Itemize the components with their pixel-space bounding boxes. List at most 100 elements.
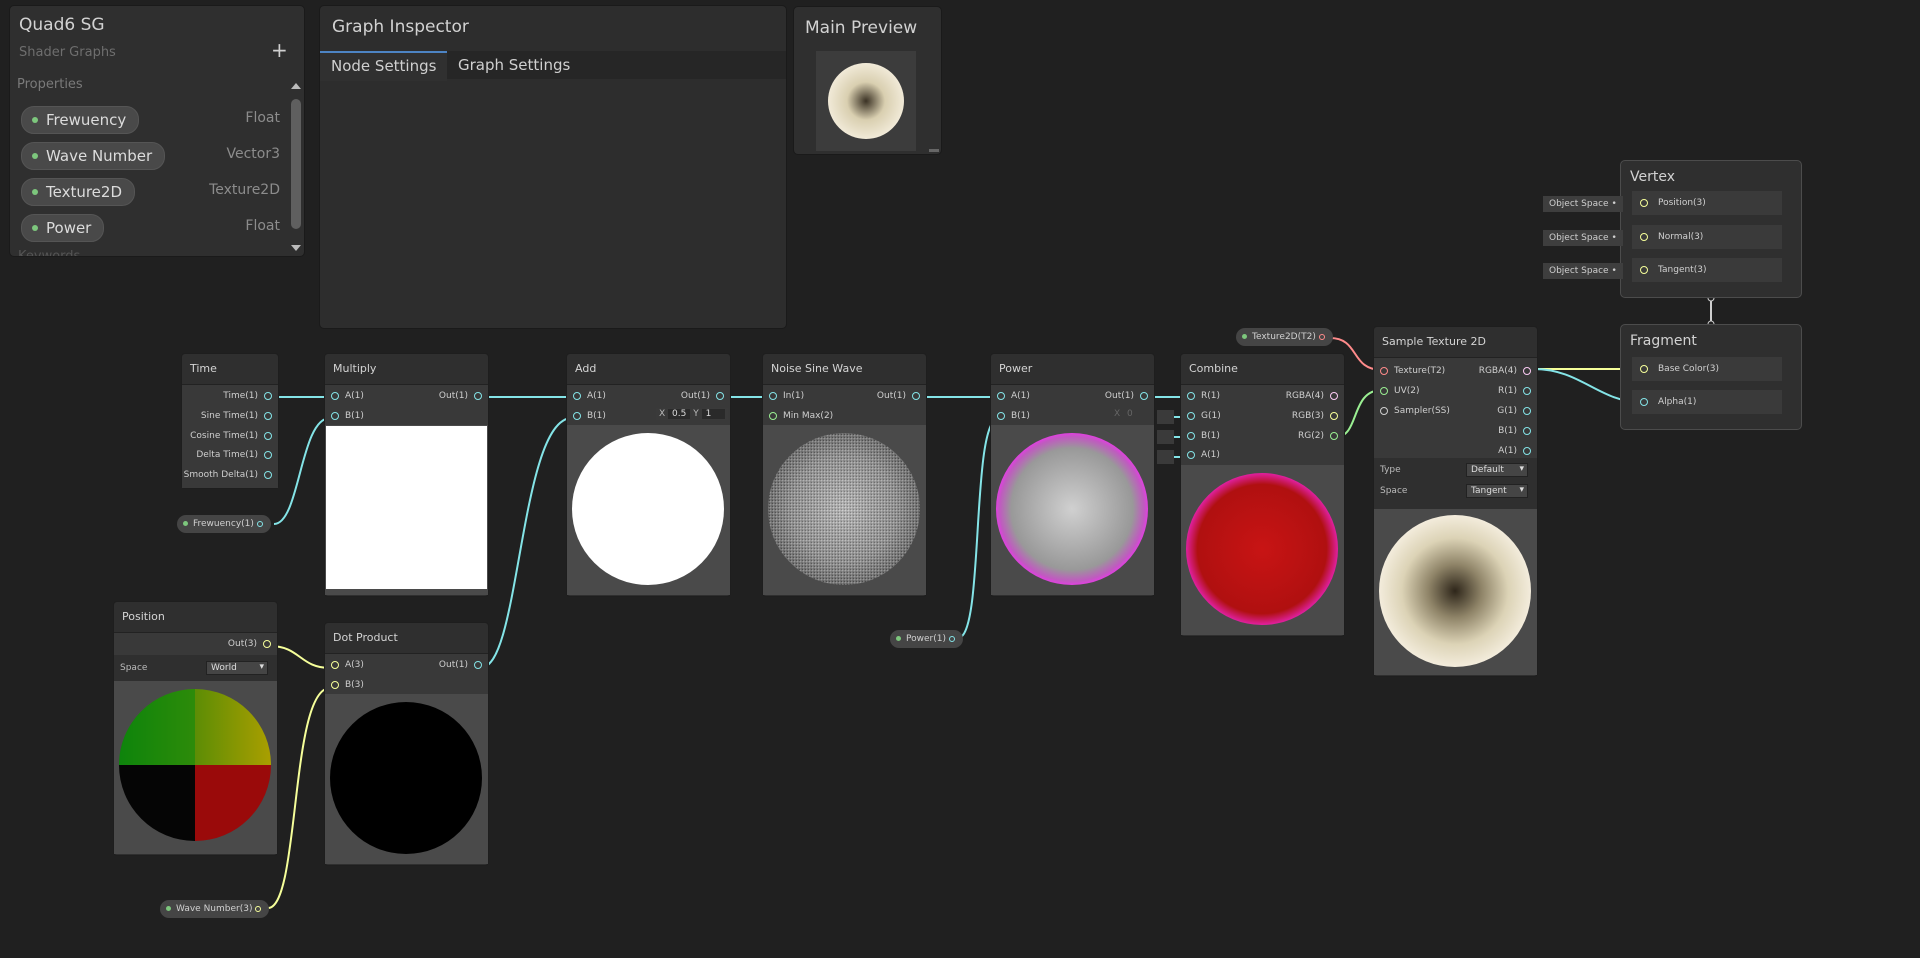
object-space-input[interactable]: Object Space • (1543, 263, 1623, 279)
property-node-texture2d[interactable]: Texture2D(T2) (1236, 328, 1333, 346)
node-dot-product[interactable]: Dot Product A(3) B(3) Out(1) (324, 622, 489, 866)
property-list: Frewuency Float Wave Number Vector3 Text… (10, 102, 286, 246)
port-rgb[interactable]: RGB(3) (1292, 411, 1338, 421)
node-title: Position (114, 602, 277, 633)
space-dropdown[interactable]: World (206, 661, 268, 675)
scrollbar-thumb[interactable] (291, 99, 301, 229)
port-min-max[interactable]: Min Max(2) (769, 411, 833, 421)
node-multiply[interactable]: Multiply A(1) B(1) Out(1) (324, 353, 489, 597)
node-power[interactable]: Power A(1) B(1) Out(1) (990, 353, 1155, 597)
scroll-down-icon[interactable] (291, 245, 301, 251)
port-smooth-delta[interactable]: Smooth Delta(1) (184, 470, 272, 480)
fragment-context[interactable]: Fragment Base Color(3) Alpha(1) (1620, 324, 1802, 430)
type-dropdown[interactable]: Default (1466, 463, 1528, 477)
port-a[interactable]: A(1) (1498, 446, 1531, 456)
port-b[interactable]: B(1) (1498, 426, 1531, 436)
port-rgba[interactable]: RGBA(4) (1479, 366, 1531, 376)
port-b[interactable]: B(1) (1187, 431, 1220, 441)
port-sine-time[interactable]: Sine Time(1) (201, 411, 272, 421)
property-node-power[interactable]: Power(1) (890, 630, 963, 648)
port-out[interactable]: Out(1) (1105, 391, 1148, 401)
port-b[interactable]: B(3) (331, 680, 364, 690)
add-property-button[interactable]: + (271, 38, 288, 62)
port-cosine-time[interactable]: Cosine Time(1) (190, 431, 272, 441)
vertex-position-slot[interactable]: Position(3) (1632, 191, 1782, 215)
port-rgba[interactable]: RGBA(4) (1286, 391, 1338, 401)
port-uv[interactable]: UV(2) (1380, 386, 1420, 396)
port-a[interactable]: A(1) (997, 391, 1030, 401)
fragment-alpha-slot[interactable]: Alpha(1) (1632, 390, 1782, 414)
power-b-field[interactable]: X 0 (1114, 409, 1137, 419)
node-time[interactable]: Time Time(1) Sine Time(1) Cosine Time(1)… (181, 353, 279, 489)
property-node-frewuency[interactable]: Frewuency(1) (177, 515, 271, 533)
object-space-input[interactable]: Object Space • (1543, 196, 1623, 212)
scroll-up-icon[interactable] (291, 83, 301, 89)
port-out[interactable]: Out(3) (228, 639, 271, 649)
object-space-input[interactable]: Object Space • (1543, 230, 1623, 246)
property-node-wave-number[interactable]: Wave Number(3) (160, 900, 270, 918)
port-a[interactable]: A(1) (1187, 450, 1220, 460)
node-preview (1186, 473, 1338, 625)
main-preview-viewport[interactable] (816, 51, 916, 151)
port-b[interactable]: B(1) (997, 411, 1030, 421)
combine-a-default[interactable] (1157, 450, 1174, 464)
y-value-input[interactable]: 1 (701, 409, 726, 419)
blackboard-scrollbar[interactable] (289, 77, 303, 255)
port-in[interactable]: In(1) (769, 391, 804, 401)
node-title: Noise Sine Wave (763, 354, 926, 385)
node-combine[interactable]: Combine R(1) G(1) B(1) A(1) RGBA(4) RGB(… (1180, 353, 1345, 637)
x-value-input[interactable]: 0 (1123, 409, 1137, 419)
node-sample-texture-2d[interactable]: Sample Texture 2D Texture(T2) UV(2) Samp… (1373, 326, 1538, 677)
port-g[interactable]: G(1) (1187, 411, 1221, 421)
node-title: Combine (1181, 354, 1344, 385)
minmax-field[interactable]: X 0.5 Y 1 (656, 408, 729, 420)
combine-b-default[interactable] (1157, 430, 1174, 444)
vertex-context[interactable]: Vertex Position(3) Normal(3) Tangent(3) (1620, 160, 1802, 298)
property-item[interactable]: Power Float (10, 210, 286, 246)
port-out[interactable]: Out(1) (681, 391, 724, 401)
node-title: Dot Product (325, 623, 488, 654)
node-position[interactable]: Position Out(3) Space World (113, 601, 278, 856)
fragment-base-color-slot[interactable]: Base Color(3) (1632, 357, 1782, 381)
property-item[interactable]: Texture2D Texture2D (10, 174, 286, 210)
port-a[interactable]: A(3) (331, 660, 364, 670)
node-add[interactable]: Add A(1) B(1) Out(1) (566, 353, 731, 597)
port-b[interactable]: B(1) (331, 411, 364, 421)
property-name[interactable]: Texture2D (21, 178, 136, 206)
space-label: Space (120, 663, 148, 673)
property-item[interactable]: Wave Number Vector3 (10, 138, 286, 174)
tab-node-settings[interactable]: Node Settings (320, 51, 448, 81)
vertex-normal-slot[interactable]: Normal(3) (1632, 225, 1782, 249)
blackboard-subtitle: Shader Graphs (19, 45, 116, 60)
node-noise-sine-wave[interactable]: Noise Sine Wave In(1) Min Max(2) Out(1) (762, 353, 927, 597)
port-out[interactable]: Out(1) (877, 391, 920, 401)
property-name[interactable]: Frewuency (21, 106, 140, 134)
port-out[interactable]: Out(1) (439, 391, 482, 401)
property-item[interactable]: Frewuency Float (10, 102, 286, 138)
port-sampler[interactable]: Sampler(SS) (1380, 406, 1450, 416)
port-delta-time[interactable]: Delta Time(1) (196, 450, 272, 460)
property-name[interactable]: Wave Number (21, 142, 166, 170)
vertex-tangent-slot[interactable]: Tangent(3) (1632, 258, 1782, 282)
port-rg[interactable]: RG(2) (1298, 431, 1338, 441)
resize-handle[interactable] (929, 149, 939, 152)
port-b[interactable]: B(1) (573, 411, 606, 421)
port-a[interactable]: A(1) (331, 391, 364, 401)
x-value-input[interactable]: 0.5 (668, 409, 691, 419)
port-r[interactable]: R(1) (1498, 386, 1531, 396)
port-texture[interactable]: Texture(T2) (1380, 366, 1445, 376)
port-time[interactable]: Time(1) (223, 391, 272, 401)
space-dropdown[interactable]: Tangent (1466, 484, 1528, 498)
node-preview (1379, 515, 1531, 667)
tab-graph-settings[interactable]: Graph Settings (447, 51, 581, 79)
property-name[interactable]: Power (21, 214, 105, 242)
port-out[interactable]: Out(1) (439, 660, 482, 670)
port-a[interactable]: A(1) (573, 391, 606, 401)
y-label: Y (693, 409, 699, 419)
edge-frewuency-multiply (273, 417, 331, 525)
property-type: Float (245, 110, 280, 126)
port-g[interactable]: G(1) (1497, 406, 1531, 416)
combine-g-default[interactable] (1157, 410, 1174, 424)
port-r[interactable]: R(1) (1187, 391, 1220, 401)
node-title: Power (991, 354, 1154, 385)
